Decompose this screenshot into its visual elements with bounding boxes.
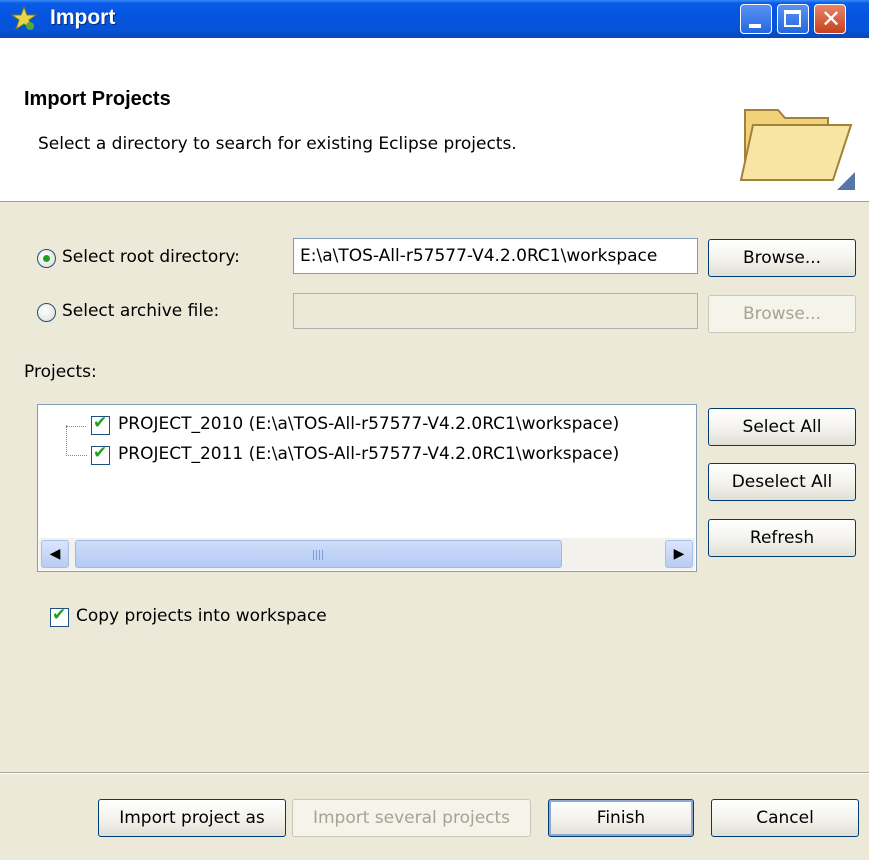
scroll-left-icon[interactable]: ◀ (41, 540, 69, 568)
page-heading: Import Projects (24, 88, 171, 110)
archive-file-input[interactable] (293, 293, 698, 329)
import-several-projects-button[interactable]: Import several projects (292, 799, 531, 837)
archive-file-label: Select archive file: (62, 301, 220, 321)
select-all-button[interactable]: Select All (708, 408, 856, 446)
horizontal-scrollbar[interactable]: ◀ ▶ (39, 538, 695, 570)
projects-label: Projects: (24, 362, 97, 382)
maximize-icon (784, 10, 801, 27)
project-checkbox[interactable] (91, 413, 110, 435)
title-bar[interactable]: Import ✕ (0, 0, 869, 38)
scroll-thumb[interactable] (75, 540, 562, 568)
scroll-right-icon[interactable]: ▶ (665, 540, 693, 568)
import-dialog: Import ✕ Import Projects Select a direct… (0, 0, 869, 860)
folder-icon (739, 109, 855, 190)
app-star-icon (10, 5, 38, 31)
browse-root-button[interactable]: Browse... (708, 239, 856, 277)
deselect-all-button[interactable]: Deselect All (708, 463, 856, 501)
scroll-grip-icon (313, 550, 325, 560)
project-row[interactable]: PROJECT_2010 (E:\a\TOS-All-r57577-V4.2.0… (38, 413, 696, 439)
refresh-button[interactable]: Refresh (708, 519, 856, 557)
browse-archive-button[interactable]: Browse... (708, 295, 856, 333)
root-directory-label: Select root directory: (62, 247, 240, 267)
root-directory-input[interactable]: E:\a\TOS-All-r57577-V4.2.0RC1\workspace (293, 238, 698, 274)
cancel-button[interactable]: Cancel (711, 799, 859, 837)
projects-tree[interactable]: PROJECT_2010 (E:\a\TOS-All-r57577-V4.2.0… (37, 404, 697, 572)
page-description: Select a directory to search for existin… (38, 134, 517, 154)
maximize-button[interactable] (777, 4, 809, 34)
tree-connector (66, 425, 87, 456)
minimize-button[interactable] (740, 4, 772, 34)
project-row[interactable]: PROJECT_2011 (E:\a\TOS-All-r57577-V4.2.0… (38, 425, 696, 469)
footer-separator (0, 772, 869, 774)
finish-button[interactable]: Finish (548, 799, 694, 837)
minimize-icon (749, 24, 761, 28)
project-label: PROJECT_2010 (E:\a\TOS-All-r57577-V4.2.0… (118, 414, 620, 434)
window-title: Import (50, 6, 116, 29)
copy-projects-checkbox[interactable] (50, 605, 69, 627)
copy-projects-label: Copy projects into workspace (76, 606, 327, 626)
archive-file-radio[interactable] (37, 303, 56, 322)
root-directory-radio[interactable] (37, 249, 56, 268)
project-label: PROJECT_2011 (E:\a\TOS-All-r57577-V4.2.0… (118, 444, 620, 464)
close-icon: ✕ (820, 5, 842, 33)
import-project-as-button[interactable]: Import project as (98, 799, 286, 837)
project-checkbox[interactable] (91, 443, 110, 465)
close-button[interactable]: ✕ (814, 4, 846, 34)
